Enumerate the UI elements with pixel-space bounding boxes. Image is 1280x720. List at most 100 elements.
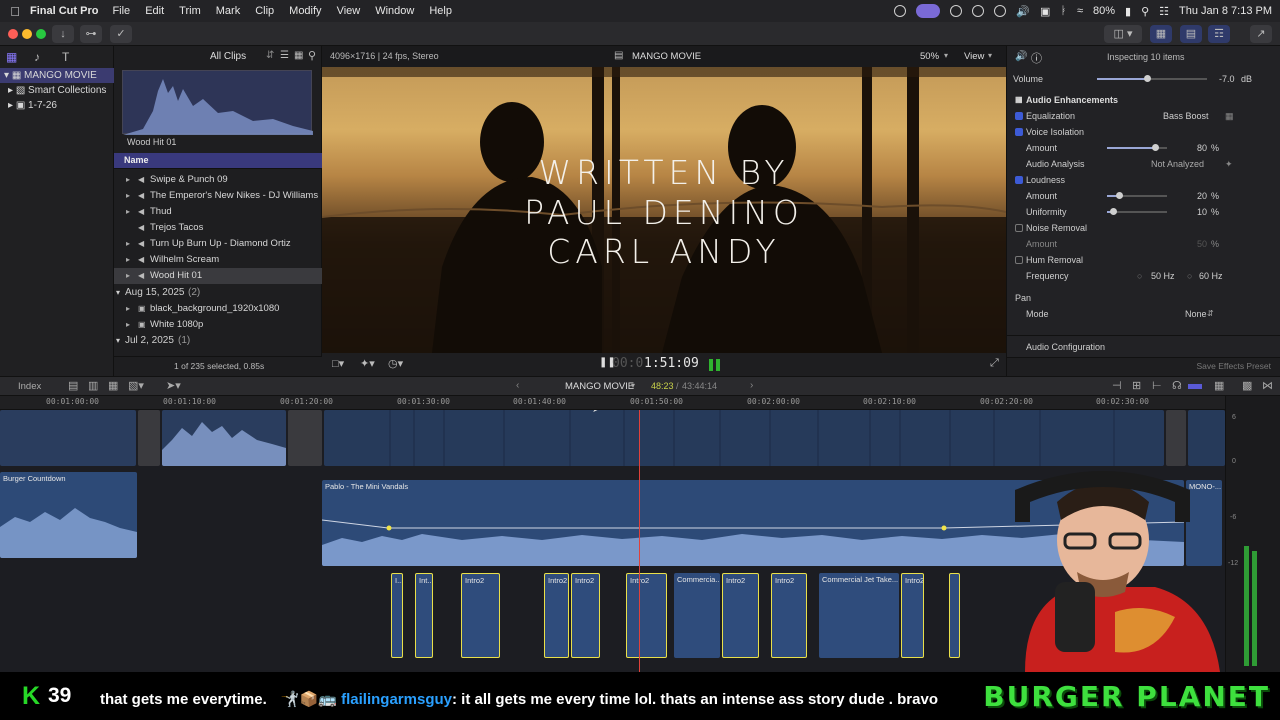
select-tool-icon[interactable]: ➤▾ [166,379,181,392]
date-group-jul-2[interactable]: ▾ Jul 2, 2025 (1) [114,333,322,349]
zoom-window-button[interactable] [36,29,46,39]
video-clip[interactable] [1188,410,1225,466]
transitions-browser-icon[interactable]: ⋈ [1262,379,1273,392]
pan-mode-menu[interactable]: None [1185,306,1207,322]
menu-extra-icon[interactable] [972,5,985,17]
control-center-icon[interactable]: ☷ [1159,5,1169,18]
disclosure-triangle-icon[interactable]: ▸ [126,204,130,220]
menu-clip[interactable]: Clip [255,5,274,17]
column-header[interactable]: Name [114,153,322,169]
uniformity-slider[interactable] [1107,208,1167,215]
obs-icon[interactable] [894,5,907,17]
loudness-checkbox[interactable] [1015,176,1023,184]
browser-row[interactable]: ▸ ▣ black_background_1920x1080 [114,301,322,317]
viewer-timecode[interactable]: 1:51:09 [644,356,699,371]
spotlight-icon[interactable]: ⚲ [1141,5,1149,18]
menu-file[interactable]: File [112,5,130,17]
voice-isolation-checkbox[interactable] [1015,128,1023,136]
timeline-project-name[interactable]: MANGO MOVIE [565,381,634,392]
browser-row[interactable]: ▸ ◀ Thud [114,204,322,220]
disclosure-triangle-icon[interactable]: ▸ [126,268,130,284]
eq-editor-icon[interactable]: ▦ [1225,108,1234,124]
hum-removal-checkbox[interactable] [1015,256,1023,264]
skimming-icon[interactable]: ⊞ [1132,379,1141,392]
import-icon[interactable]: ↓ [52,25,74,43]
sfx-clip[interactable]: Intro2 [461,573,500,658]
audio-skimming-icon[interactable]: ☊ [1172,379,1182,392]
browser-row[interactable]: ◀ Trejos Tacos [114,220,322,236]
share-icon[interactable]: ↗ [1250,25,1272,43]
disclosure-triangle-icon[interactable]: ▸ [126,301,130,317]
menu-clock[interactable]: Thu Jan 8 7:13 PM [1179,5,1272,17]
wifi-icon[interactable]: ≈ [1077,5,1083,17]
clip-appearance-icon[interactable]: ▦ [294,50,303,61]
disclosure-triangle-icon[interactable]: ▸ [126,252,130,268]
browser-row-selected[interactable]: ▸ ◀ Wood Hit 01 [114,268,322,284]
equalization-menu[interactable]: Bass Boost [1163,108,1209,124]
transform-icon[interactable]: □▾ [332,357,344,370]
sfx-clip[interactable]: Intro2 [771,573,807,658]
overwrite-clip-icon[interactable]: ▧▾ [128,379,144,392]
library-event-1-7-26[interactable]: ▸ ▣ 1-7-26 [0,98,114,113]
libraries-tab-icon[interactable]: ▦ [6,50,17,64]
slider-knob[interactable] [1152,144,1159,151]
filmstrip-thumbnail[interactable] [122,70,313,135]
close-window-button[interactable] [8,29,18,39]
menu-mark[interactable]: Mark [216,5,240,17]
browser-row[interactable]: ▸ ◀ Wilhelm Scream [114,252,322,268]
clip-filter-menu[interactable]: All Clips [210,51,246,62]
enhance-icon[interactable]: ✦▾ [360,357,375,370]
video-clip[interactable] [0,410,136,466]
slider-knob[interactable] [1143,75,1151,82]
battery-icon[interactable]: ▮ [1125,5,1131,18]
audio-configuration-header[interactable]: Audio Configuration [1007,339,1280,355]
volume-icon[interactable]: 🔊 [1016,5,1030,18]
chevron-updown-icon[interactable]: ⇵ [1207,306,1214,322]
snapping-icon[interactable]: ⊢ [1152,379,1162,392]
titles-generators-tab-icon[interactable]: T [62,50,69,64]
playhead[interactable] [639,410,640,672]
menu-trim[interactable]: Trim [179,5,201,17]
sfx-clip[interactable]: Intro2 [626,573,667,658]
audio-inspector-tab-icon[interactable]: 🔊 [1015,51,1027,62]
zoom-to-fit-icon[interactable]: ⊣ [1112,379,1122,392]
disclosure-triangle-icon[interactable]: ▾ [4,70,9,81]
zoom-menu[interactable]: 50% [920,51,939,62]
sfx-clip[interactable]: I... [391,573,403,658]
view-menu[interactable]: View [964,51,984,62]
connect-clip-icon[interactable]: ▤ [68,379,78,392]
library-mango-movie[interactable]: ▾ ▦ MANGO MOVIE [0,68,114,83]
timeline-ruler[interactable]: 00:01:00:00 00:01:10:00 00:01:20:00 00:0… [0,396,1225,410]
viewer-frame[interactable]: WRITTEN BY PAUL DENINO CARL ANDY [322,67,1006,353]
disclosure-triangle-icon[interactable]: ▾ [116,285,120,301]
status-icon[interactable] [950,5,963,17]
menu-help[interactable]: Help [429,5,452,17]
title-clip-sequence[interactable] [324,410,1164,466]
timeline-toggle-icon[interactable]: ▤ [1180,25,1202,43]
sfx-clip[interactable]: Intro2 [571,573,600,658]
gap-clip[interactable] [138,410,160,466]
menu-edit[interactable]: Edit [145,5,164,17]
volume-slider[interactable] [1097,75,1207,82]
workspace-menu-icon[interactable]: ◫ ▾ [1104,25,1142,43]
menu-window[interactable]: Window [375,5,414,17]
loudness-amount-slider[interactable] [1107,192,1167,199]
voice-isolation-slider[interactable] [1107,144,1167,151]
browser-toggle-icon[interactable]: ▦ [1150,25,1172,43]
index-button[interactable]: Index [18,381,41,392]
play-icon[interactable] [994,5,1007,17]
disclosure-triangle-icon[interactable]: ▾ [116,333,120,349]
chevron-down-icon[interactable]: ▾ [631,381,635,390]
disclosure-triangle-icon[interactable]: ▸ [8,100,13,111]
chevron-down-icon[interactable]: ▾ [944,51,948,60]
sfx-clip[interactable]: Intro2 [901,573,924,658]
append-clip-icon[interactable]: ▦ [108,379,118,392]
disclosure-triangle-icon[interactable]: ▸ [126,236,130,252]
keyword-icon[interactable]: ⊶ [80,25,102,43]
screen-share-icon[interactable] [916,4,941,18]
radio-icon[interactable]: ○ [1187,268,1192,284]
background-tasks-icon[interactable]: ✓ [110,25,132,43]
sfx-clip[interactable] [949,573,960,658]
speed-icon[interactable]: ◷▾ [388,357,403,370]
sfx-clip[interactable]: Intro2 [544,573,569,658]
